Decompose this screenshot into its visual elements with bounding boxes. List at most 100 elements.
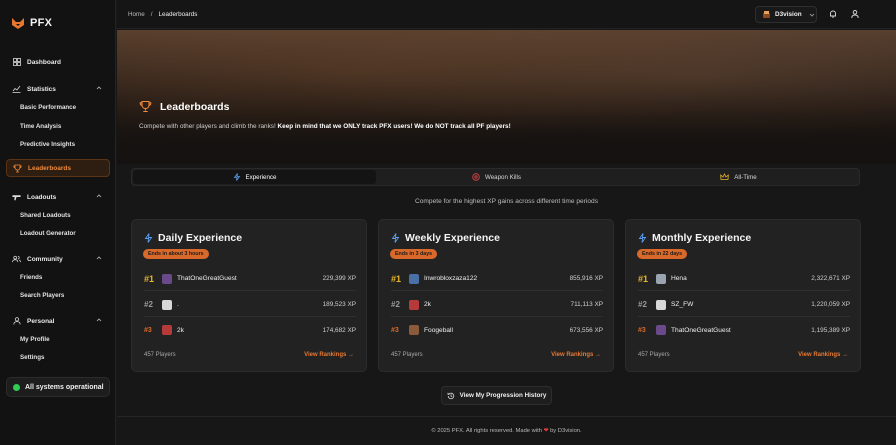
rank-label: #3 bbox=[638, 326, 646, 334]
card-weekly-experience: Weekly Experience Ends in 3 days #1 Inwr… bbox=[378, 219, 614, 372]
lightning-icon bbox=[638, 233, 647, 243]
description-warning: Keep in mind that we ONLY track PFX user… bbox=[277, 123, 511, 130]
button-label: View My Progression History bbox=[459, 392, 547, 399]
sidebar-group-community[interactable]: Community bbox=[6, 250, 110, 268]
card-title-text: Weekly Experience bbox=[405, 232, 500, 244]
tab-weapon-kills[interactable]: Weapon Kills bbox=[375, 170, 618, 184]
sidebar: PFX Dashboard Statistics Basic Performan… bbox=[0, 0, 116, 445]
description-text: Compete with other players and climb the… bbox=[139, 123, 278, 130]
lightning-icon bbox=[391, 233, 400, 243]
avatar bbox=[162, 325, 172, 335]
sidebar-group-label: Community bbox=[27, 255, 63, 263]
view-rankings-link[interactable]: View Rankings → bbox=[551, 352, 601, 358]
dashboard-icon bbox=[12, 58, 21, 67]
sidebar-item-search-players[interactable]: Search Players bbox=[20, 292, 64, 299]
tab-label: Weapon Kills bbox=[485, 173, 521, 181]
chevron-up-icon bbox=[96, 86, 102, 90]
sidebar-item-friends[interactable]: Friends bbox=[20, 274, 42, 281]
sidebar-item-leaderboards[interactable]: Leaderboards bbox=[6, 159, 110, 177]
leaderboard-row[interactable]: #2 SZ_FW 1,220,059 XP bbox=[638, 293, 850, 317]
countdown-badge: Ends in 22 days bbox=[637, 249, 688, 259]
card-footer: 457 Players View Rankings → bbox=[144, 352, 354, 358]
sidebar-item-dashboard[interactable]: Dashboard bbox=[6, 53, 110, 71]
sidebar-group-label: Loadouts bbox=[27, 193, 57, 201]
rank-label: #3 bbox=[144, 326, 152, 334]
rank-label: #3 bbox=[391, 326, 399, 334]
countdown-badge: Ends in 3 days bbox=[390, 249, 438, 259]
player-xp: 2,322,671 XP bbox=[811, 275, 850, 282]
user-menu-button[interactable]: D3vision bbox=[755, 6, 817, 23]
breadcrumb-separator: / bbox=[150, 11, 153, 18]
user-avatar-icon bbox=[763, 11, 770, 18]
breadcrumb-home[interactable]: Home bbox=[128, 11, 145, 18]
player-xp: 189,523 XP bbox=[322, 301, 356, 308]
avatar bbox=[656, 273, 666, 284]
trophy-icon bbox=[139, 100, 152, 113]
lightning-icon bbox=[144, 233, 153, 243]
footer-copyright: © 2025 PFX. All rights reserved. Made wi… bbox=[431, 428, 542, 434]
card-footer: 457 Players View Rankings → bbox=[391, 352, 601, 358]
sidebar-item-loadout-generator[interactable]: Loadout Generator bbox=[20, 230, 76, 237]
leaderboard-row[interactable]: #3 2k 174,682 XP bbox=[144, 318, 356, 342]
tab-all-time[interactable]: All-Time bbox=[617, 170, 860, 184]
crown-icon bbox=[720, 173, 730, 180]
leaderboard-row[interactable]: #2 . 189,523 XP bbox=[144, 293, 356, 317]
rank-label: #2 bbox=[391, 300, 400, 309]
avatar bbox=[409, 325, 419, 335]
rank-label: #1 bbox=[144, 273, 155, 284]
chevron-up-icon bbox=[96, 256, 102, 260]
users-icon bbox=[12, 255, 21, 264]
player-xp: 1,220,059 XP bbox=[811, 301, 850, 308]
footer-divider bbox=[117, 416, 896, 417]
player-name: 2k bbox=[424, 301, 431, 308]
avatar bbox=[656, 325, 666, 335]
footer-credit: by D3vision. bbox=[550, 428, 582, 434]
leaderboard-row[interactable]: #1 Inwrobloxzaza122 855,916 XP bbox=[391, 267, 603, 291]
leaderboard-row[interactable]: #1 Hena 2,322,671 XP bbox=[638, 267, 850, 291]
sidebar-group-label: Statistics bbox=[27, 85, 56, 93]
progression-history-button[interactable]: View My Progression History bbox=[441, 386, 552, 405]
countdown-badge: Ends in about 3 hours bbox=[143, 249, 209, 259]
leaderboard-row[interactable]: #2 2k 711,113 XP bbox=[391, 293, 603, 317]
avatar bbox=[656, 299, 666, 310]
player-xp: 673,556 XP bbox=[569, 326, 603, 334]
card-title: Weekly Experience bbox=[391, 232, 500, 244]
sidebar-item-time-analysis[interactable]: Time Analysis bbox=[20, 123, 61, 130]
player-count: 457 Players bbox=[638, 352, 670, 358]
card-title: Monthly Experience bbox=[638, 232, 751, 244]
player-name: Inwrobloxzaza122 bbox=[424, 275, 478, 282]
view-rankings-link[interactable]: View Rankings → bbox=[304, 352, 354, 358]
bell-icon[interactable] bbox=[828, 9, 838, 19]
sidebar-group-personal[interactable]: Personal bbox=[6, 312, 110, 330]
system-status-badge: All systems operational bbox=[6, 377, 110, 397]
fox-logo-icon bbox=[12, 18, 24, 29]
sidebar-item-my-profile[interactable]: My Profile bbox=[20, 336, 50, 343]
sidebar-item-settings[interactable]: Settings bbox=[20, 354, 44, 361]
sidebar-item-shared-loadouts[interactable]: Shared Loadouts bbox=[20, 212, 71, 219]
view-rankings-link[interactable]: View Rankings → bbox=[798, 352, 848, 358]
trophy-icon bbox=[13, 164, 22, 173]
chart-icon bbox=[12, 85, 21, 94]
leaderboard-row[interactable]: #3 Foogeball 673,556 XP bbox=[391, 318, 603, 342]
leaderboard-row[interactable]: #1 ThatOneGreatGuest 229,399 XP bbox=[144, 267, 356, 291]
card-monthly-experience: Monthly Experience Ends in 22 days #1 He… bbox=[625, 219, 861, 372]
profile-icon[interactable] bbox=[850, 9, 860, 19]
sidebar-group-loadouts[interactable]: Loadouts bbox=[6, 188, 110, 206]
card-daily-experience: Daily Experience Ends in about 3 hours #… bbox=[131, 219, 367, 372]
section-subtitle: Compete for the highest XP gains across … bbox=[414, 198, 598, 205]
sidebar-item-predictive-insights[interactable]: Predictive Insights bbox=[20, 141, 75, 148]
sidebar-item-basic-performance[interactable]: Basic Performance bbox=[20, 104, 76, 111]
card-title-text: Monthly Experience bbox=[652, 232, 752, 244]
sidebar-group-statistics[interactable]: Statistics bbox=[6, 80, 110, 98]
avatar bbox=[162, 299, 172, 310]
chevron-down-icon bbox=[809, 13, 814, 17]
logo[interactable]: PFX bbox=[11, 16, 52, 30]
player-xp: 855,916 XP bbox=[569, 275, 603, 282]
sidebar-item-label: Leaderboards bbox=[28, 164, 71, 172]
history-icon bbox=[447, 392, 454, 399]
player-count: 457 Players bbox=[144, 352, 176, 358]
rank-label: #1 bbox=[638, 273, 649, 284]
card-title: Daily Experience bbox=[144, 232, 242, 244]
leaderboard-row[interactable]: #3 ThatOneGreatGuest 1,195,389 XP bbox=[638, 318, 850, 342]
tab-experience[interactable]: Experience bbox=[133, 170, 376, 184]
